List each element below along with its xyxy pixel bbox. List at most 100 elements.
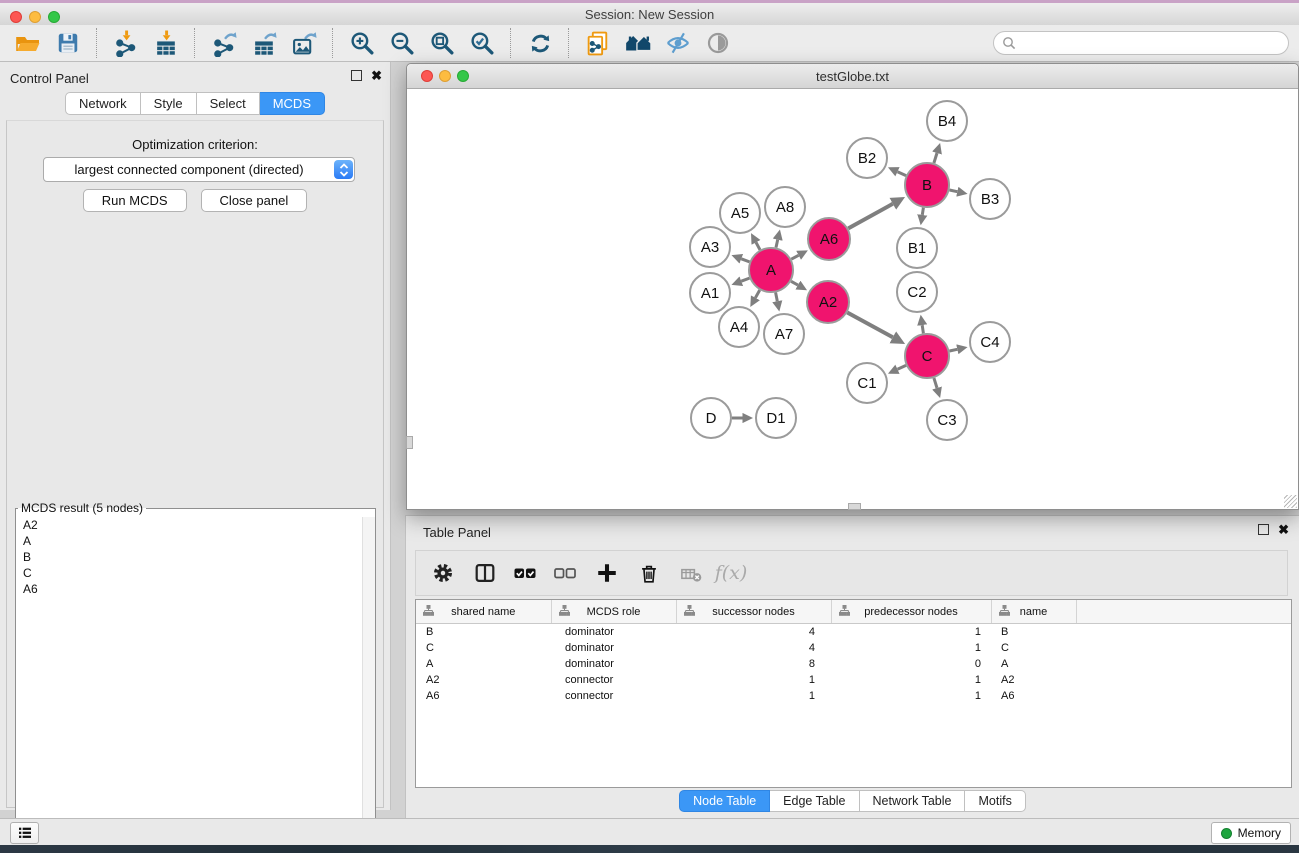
result-scrollbar[interactable] [362,517,375,831]
float-panel-icon[interactable] [1258,524,1269,535]
graph-edge-A-A4[interactable] [755,290,759,298]
column-header-predecessor-nodes[interactable]: predecessor nodes [831,600,991,624]
column-header-name[interactable]: name [991,600,1076,624]
graph-edge-C-C1[interactable] [898,365,907,369]
result-item[interactable]: C [17,565,362,581]
graph-node-A3[interactable]: A3 [690,227,730,267]
resize-grip-icon[interactable] [1284,495,1297,508]
table-row[interactable]: Adominator80A [416,656,1291,672]
graph-edge-A-A2[interactable] [791,281,798,285]
graph-edge-C-C3[interactable] [934,378,937,388]
zoom-out-button[interactable] [386,27,418,59]
table-row[interactable]: Bdominator41B [416,624,1291,641]
column-header-shared-name[interactable]: shared name [416,600,551,624]
graph-node-A4[interactable]: A4 [719,307,759,347]
graph-edge-B-B2[interactable] [898,172,907,176]
tab-style[interactable]: Style [141,92,197,115]
function-builder-button[interactable]: f(x) [716,558,746,588]
table-tab-node-table[interactable]: Node Table [679,790,770,812]
close-panel-button[interactable]: Close panel [201,189,308,212]
graph-edge-B-B3[interactable] [950,190,958,192]
graph-edge-A-A6[interactable] [791,255,798,259]
result-item[interactable]: B [17,549,362,565]
graph-edge-C-C4[interactable] [950,349,958,351]
delete-column-button[interactable] [634,558,664,588]
tab-mcds[interactable]: MCDS [260,92,325,115]
column-header-MCDS-role[interactable]: MCDS role [551,600,676,624]
graph-node-B1[interactable]: B1 [897,228,937,268]
split-column-button[interactable] [470,558,500,588]
memory-button[interactable]: Memory [1211,822,1291,844]
destroy-table-button[interactable] [676,558,706,588]
table-settings-button[interactable] [428,558,458,588]
result-item[interactable]: A6 [17,581,362,597]
graph-node-B2[interactable]: B2 [847,138,887,178]
export-image-button[interactable] [288,27,320,59]
graph-edge-A2-C[interactable] [847,313,893,338]
table-row[interactable]: A2connector11A2 [416,672,1291,688]
graph-node-A7[interactable]: A7 [764,314,804,354]
table-tab-motifs[interactable]: Motifs [965,790,1025,812]
export-table-button[interactable] [248,27,280,59]
close-panel-icon[interactable]: ✖ [371,70,382,81]
close-panel-icon[interactable]: ✖ [1278,524,1289,535]
graph-node-A5[interactable]: A5 [720,193,760,233]
refresh-view-button[interactable] [524,27,556,59]
graph-edge-A-A1[interactable] [741,278,749,281]
import-network-button[interactable] [110,27,142,59]
graph-node-A1[interactable]: A1 [690,273,730,313]
search-input[interactable] [1020,33,1288,53]
task-history-button[interactable] [10,822,39,844]
show-all-button[interactable] [702,27,734,59]
graph-edge-A-A7[interactable] [776,293,778,302]
unselect-all-button[interactable] [550,558,580,588]
open-session-button[interactable] [12,27,44,59]
graph-node-A[interactable]: A [749,248,793,292]
select-all-button[interactable] [510,558,540,588]
graph-node-A8[interactable]: A8 [765,187,805,227]
window-edge-grip[interactable] [848,503,861,510]
zoom-selected-button[interactable] [466,27,498,59]
graph-node-A2[interactable]: A2 [807,281,849,323]
table-row[interactable]: Cdominator41C [416,640,1291,656]
graph-edge-B-B1[interactable] [922,208,923,215]
network-window-titlebar[interactable]: testGlobe.txt [407,64,1298,89]
graph-node-B4[interactable]: B4 [927,101,967,141]
graph-node-C1[interactable]: C1 [847,363,887,403]
run-mcds-button[interactable]: Run MCDS [83,189,187,212]
app-titlebar[interactable]: Session: New Session [0,3,1299,26]
hide-others-button[interactable] [662,27,694,59]
add-column-button[interactable] [592,558,622,588]
column-header-successor-nodes[interactable]: successor nodes [676,600,831,624]
graph-node-D1[interactable]: D1 [756,398,796,438]
graph-node-C4[interactable]: C4 [970,322,1010,362]
table-tab-edge-table[interactable]: Edge Table [770,790,859,812]
graph-edge-A6-B[interactable] [848,204,893,229]
save-session-button[interactable] [52,27,84,59]
result-item[interactable]: A [17,533,362,549]
home-view-button[interactable] [622,27,654,59]
graph-node-C3[interactable]: C3 [927,400,967,440]
window-edge-grip[interactable] [406,436,413,449]
graph-edge-A-A8[interactable] [776,240,778,248]
criterion-select[interactable]: largest connected component (directed) [43,157,355,182]
export-network-button[interactable] [208,27,240,59]
zoom-in-button[interactable] [346,27,378,59]
graph-node-C[interactable]: C [905,334,949,378]
tab-network[interactable]: Network [65,92,141,115]
table-row[interactable]: A6connector11A6 [416,688,1291,704]
tab-select[interactable]: Select [197,92,260,115]
result-item[interactable]: A2 [17,517,362,533]
graph-edge-A-A3[interactable] [741,259,749,262]
table-tab-network-table[interactable]: Network Table [860,790,966,812]
duplicate-network-button[interactable] [582,27,614,59]
float-panel-icon[interactable] [351,70,362,81]
import-table-button[interactable] [150,27,182,59]
graph-node-A6[interactable]: A6 [808,218,850,260]
network-canvas[interactable]: B4B2BB3A8A5A6A3B1AA1C2A2A4A7C4CC1C3DD1 [407,88,1298,509]
zoom-fit-button[interactable] [426,27,458,59]
graph-node-C2[interactable]: C2 [897,272,937,312]
graph-edge-B-B4[interactable] [934,153,937,163]
graph-edge-C-C2[interactable] [922,325,923,333]
graph-node-D[interactable]: D [691,398,731,438]
